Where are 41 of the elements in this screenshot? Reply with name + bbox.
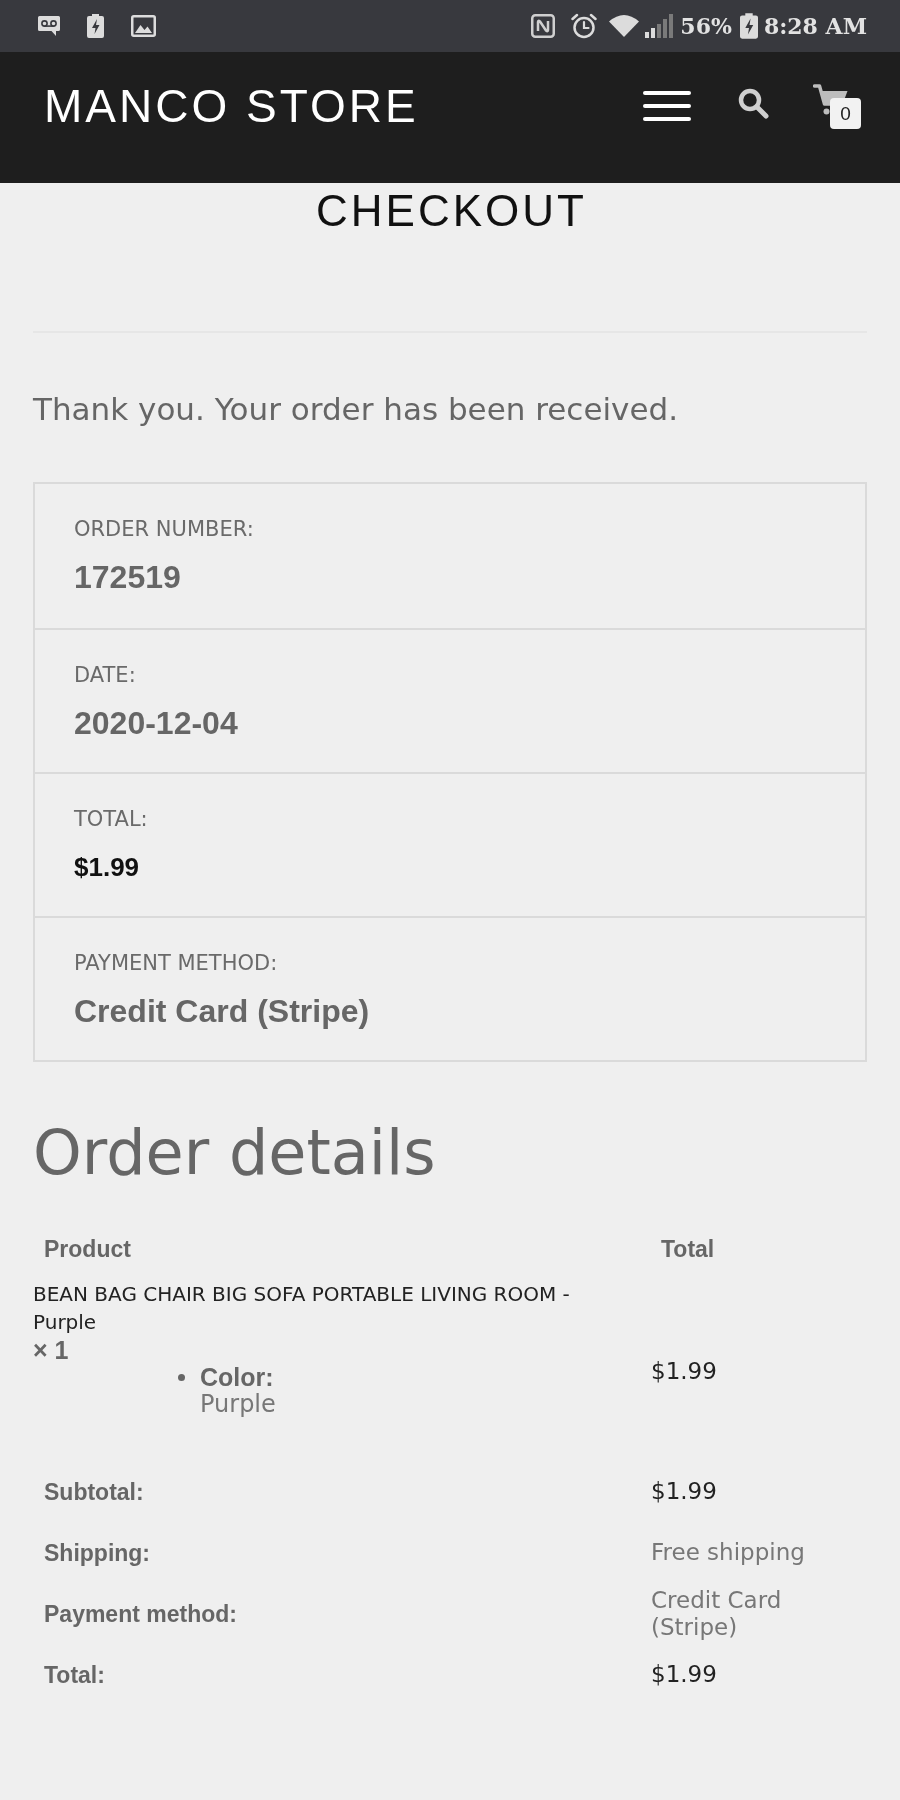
line-total: $1.99: [651, 1356, 717, 1386]
overview-value: 172519: [74, 558, 181, 597]
overview-label: DATE:: [74, 662, 136, 689]
overview-value: Credit Card (Stripe): [74, 992, 370, 1031]
totals-label: Shipping:: [43, 1538, 151, 1568]
column-header: Total: [660, 1235, 715, 1264]
wifi-icon: [609, 15, 640, 37]
overview-value: 2020-12-04: [74, 704, 238, 743]
store-name[interactable]: MANCO STORE: [44, 80, 419, 132]
battery-charging-icon: [87, 14, 104, 38]
voicemail-icon: [38, 16, 60, 36]
alarm-clock-icon: [571, 13, 598, 39]
status-time: 8:28 AM: [763, 12, 867, 40]
totals-label: Total:: [43, 1660, 105, 1690]
totals-label: Subtotal:: [43, 1477, 144, 1507]
battery-percentage: 56%: [680, 12, 732, 40]
column-header: Product: [43, 1235, 131, 1264]
nfc-icon: [531, 14, 556, 38]
totals-value: $1.99: [651, 1661, 717, 1688]
totals-value: $1.99: [651, 1478, 717, 1505]
totals-value: Credit Card (Stripe): [651, 1586, 783, 1641]
bullet-icon: [178, 1374, 185, 1381]
overview-label: TOTAL:: [74, 806, 148, 833]
cart-count-badge: 0: [830, 97, 861, 129]
menu-icon[interactable]: [643, 91, 691, 121]
overview-value: $1.99: [74, 851, 140, 884]
overview-label: PAYMENT METHOD:: [74, 950, 278, 977]
product-quantity: × 1: [33, 1336, 69, 1364]
section-heading: Order details: [33, 1117, 437, 1189]
battery-charging-icon: [739, 13, 758, 39]
variation-value: Purple: [200, 1391, 276, 1418]
overview-label: ORDER NUMBER:: [74, 516, 254, 543]
totals-label: Payment method:: [43, 1599, 237, 1629]
search-icon[interactable]: [738, 87, 769, 119]
page-title: CHECKOUT: [315, 189, 588, 233]
image-icon: [131, 15, 156, 37]
signal-icon: [645, 14, 675, 38]
totals-value: Free shipping: [651, 1539, 805, 1566]
product-name: BEAN BAG CHAIR BIG SOFA PORTABLE LIVING ROOM - Purple: [33, 1281, 571, 1336]
variation-label: Color:: [200, 1364, 274, 1391]
order-received-message: Thank you. Your order has been received.: [33, 390, 680, 429]
